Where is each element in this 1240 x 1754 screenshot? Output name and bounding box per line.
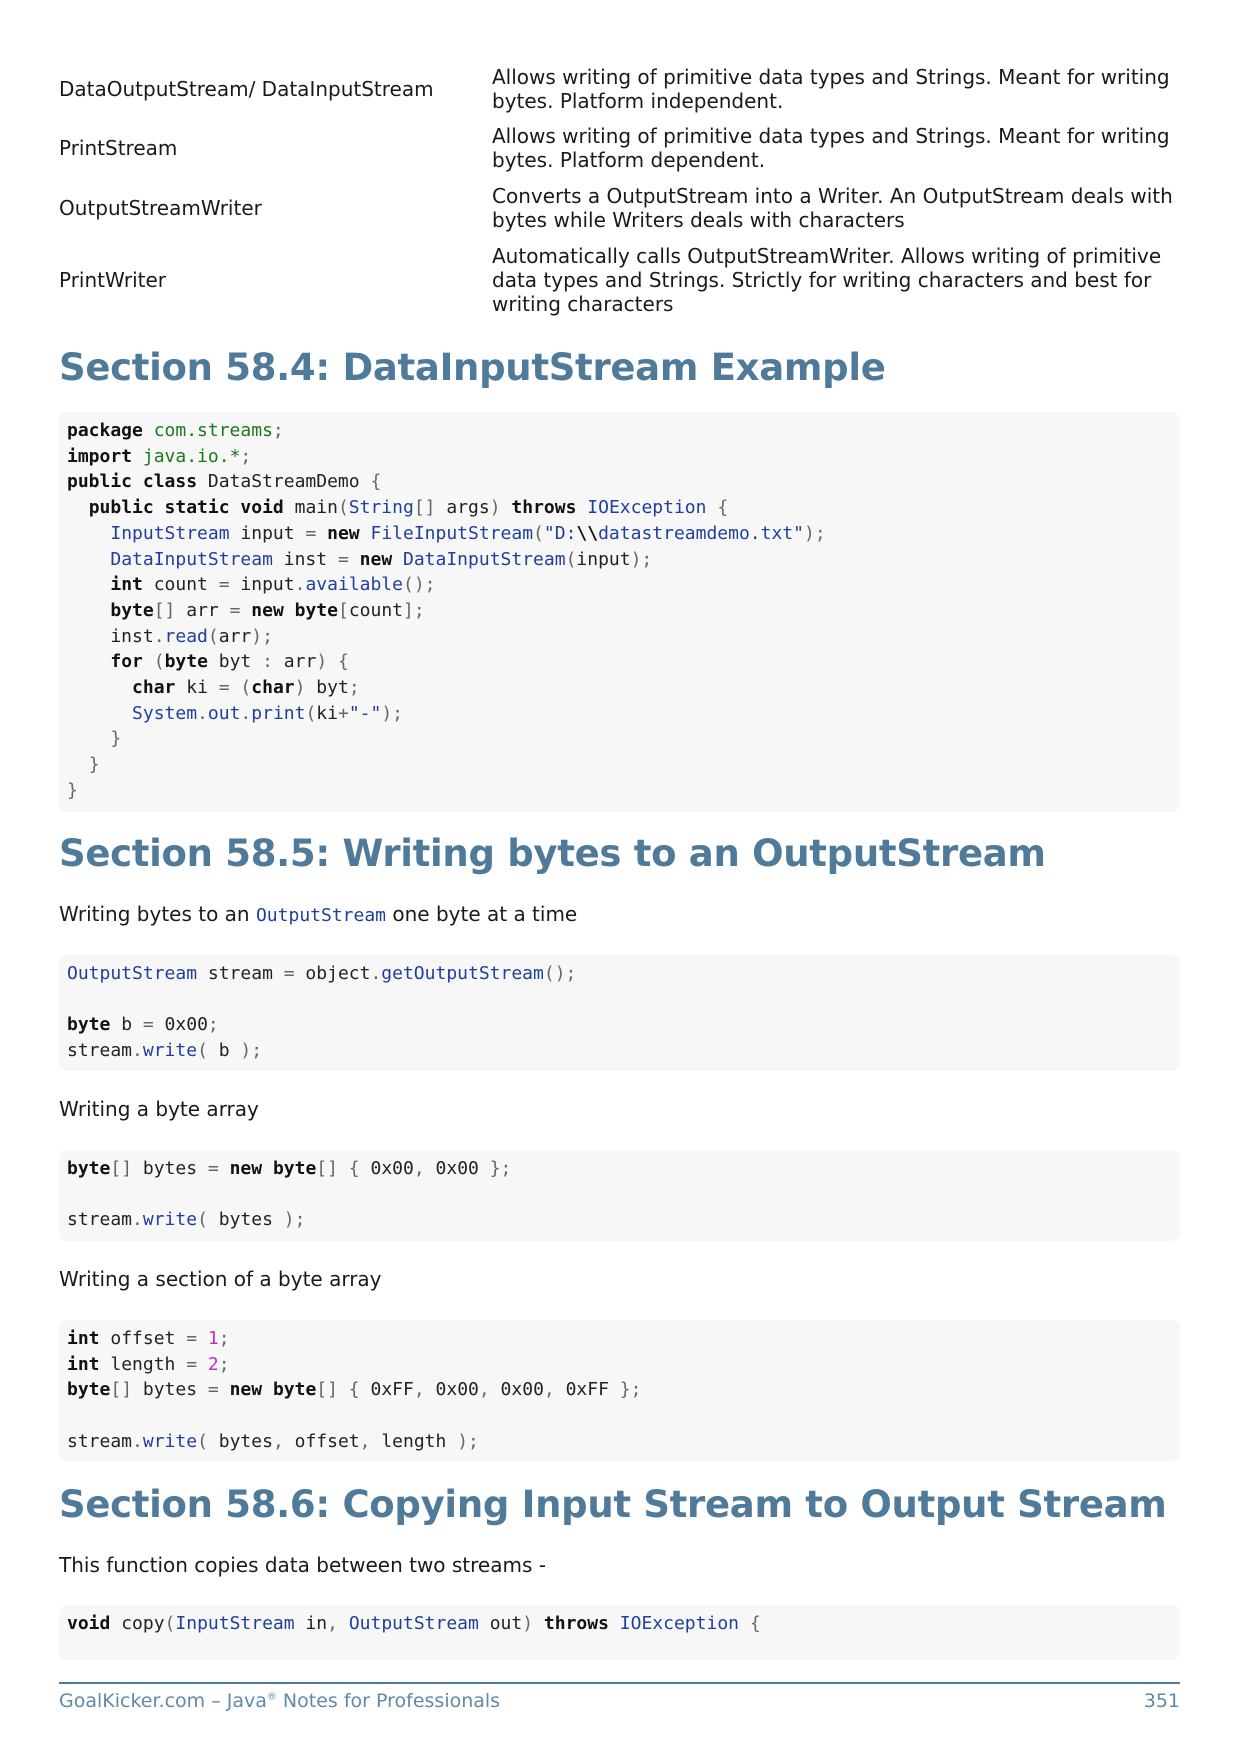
code-block-write-byte-array-section: int offset = 1; int length = 2; byte[] b… (59, 1320, 1180, 1461)
code-block-write-single-byte: OutputStream stream = object.getOutputSt… (59, 955, 1180, 1071)
class-name: PrintWriter (59, 268, 167, 292)
class-description: Allows writing of primitive data types a… (492, 65, 1170, 113)
intro-text-before: Writing bytes to an (59, 902, 256, 926)
table-row: OutputStreamWriter Converts a OutputStre… (59, 178, 1180, 238)
table-row: PrintWriter Automatically calls OutputSt… (59, 238, 1180, 322)
footer-site: GoalKicker.com – Java (59, 1690, 267, 1712)
code-block-write-byte-array: byte[] bytes = new byte[] { 0x00, 0x00 }… (59, 1150, 1180, 1241)
section-58-5-intro: Writing bytes to an OutputStream one byt… (59, 902, 577, 926)
section-58-6-intro: This function copies data between two st… (59, 1553, 546, 1577)
section-58-6-heading: Section 58.6: Copying Input Stream to Ou… (59, 1483, 1167, 1526)
inline-code-outputstream: OutputStream (255, 905, 387, 926)
code-block-datainputstream: package com.streams; import java.io.*; p… (59, 412, 1180, 812)
para-writing-byte-array-section: Writing a section of a byte array (59, 1267, 382, 1291)
class-description: Converts a OutputStream into a Writer. A… (492, 184, 1173, 232)
page-number: 351 (1143, 1690, 1180, 1712)
stream-classes-table: DataOutputStream/ DataInputStream Allows… (59, 60, 1180, 322)
para-writing-byte-array: Writing a byte array (59, 1097, 259, 1121)
footer-source: GoalKicker.com – Java® Notes for Profess… (59, 1690, 500, 1712)
footer-book: Notes for Professionals (276, 1690, 501, 1712)
code-block-copy-stream: void copy(InputStream in, OutputStream o… (59, 1605, 1180, 1660)
section-58-5-heading: Section 58.5: Writing bytes to an Output… (59, 832, 1046, 875)
registered-mark: ® (266, 1691, 277, 1703)
class-name: OutputStreamWriter (59, 196, 262, 220)
class-description: Automatically calls OutputStreamWriter. … (492, 244, 1162, 316)
section-58-4-heading: Section 58.4: DataInputStream Example (59, 346, 886, 389)
class-name: PrintStream (59, 136, 178, 160)
class-description: Allows writing of primitive data types a… (492, 124, 1170, 172)
table-row: PrintStream Allows writing of primitive … (59, 118, 1180, 178)
table-row: DataOutputStream/ DataInputStream Allows… (59, 60, 1180, 118)
footer-rule (59, 1682, 1180, 1684)
intro-text-after: one byte at a time (386, 902, 578, 926)
class-name: DataOutputStream/ DataInputStream (59, 77, 434, 101)
